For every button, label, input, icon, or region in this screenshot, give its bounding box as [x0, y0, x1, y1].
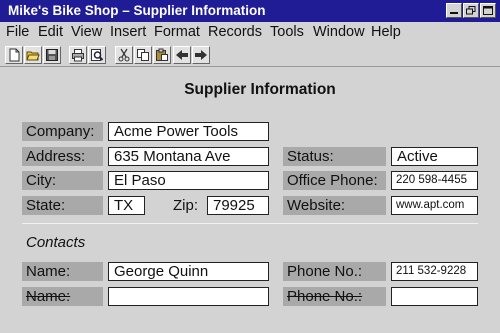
menu-records[interactable]: Records: [208, 24, 262, 40]
copy-icon: [137, 49, 149, 61]
zip-field[interactable]: 79925: [207, 196, 269, 215]
maximize-icon: [483, 6, 493, 15]
contact-phone-label: Phone No.:: [283, 262, 386, 281]
minimize-icon: [450, 12, 458, 14]
state-label: State:: [22, 196, 103, 215]
contact-name-label: Name:: [22, 262, 103, 281]
contact2-phone-field[interactable]: [391, 287, 478, 306]
menu-format[interactable]: Format: [154, 24, 200, 40]
menu-edit[interactable]: Edit: [38, 24, 63, 40]
zip-label: Zip:: [173, 197, 199, 214]
contact2-name-label: Name:: [22, 287, 103, 306]
menu-window[interactable]: Window: [313, 24, 365, 40]
previous-record-button[interactable]: [173, 46, 191, 64]
contacts-heading: Contacts: [26, 234, 86, 251]
paste-icon: [156, 48, 168, 61]
cut-button[interactable]: [115, 46, 133, 64]
menu-file[interactable]: File: [6, 24, 29, 40]
status-label: Status:: [283, 147, 386, 166]
menu-help[interactable]: Help: [371, 24, 401, 40]
menu-tools[interactable]: Tools: [270, 24, 304, 40]
new-document-icon: [9, 48, 20, 62]
paste-button[interactable]: [153, 46, 171, 64]
save-button[interactable]: [43, 46, 61, 64]
company-field[interactable]: Acme Power Tools: [108, 122, 269, 141]
website-field[interactable]: www.apt.com: [391, 196, 478, 215]
next-record-button[interactable]: [192, 46, 210, 64]
cut-icon: [118, 48, 130, 62]
status-field[interactable]: Active: [391, 147, 478, 166]
address-label: Address:: [22, 147, 103, 166]
website-label: Website:: [283, 196, 386, 215]
contact2-phone-label: Phone No.:: [283, 287, 386, 306]
office-phone-label: Office Phone:: [283, 171, 386, 190]
previous-record-icon: [176, 50, 188, 60]
form-title: Supplier Information: [184, 81, 336, 98]
state-field[interactable]: TX: [108, 196, 145, 215]
city-label: City:: [22, 171, 103, 190]
menu-bar: File Edit View Insert Format Records Too…: [0, 22, 500, 43]
next-record-icon: [195, 50, 207, 60]
restore-icon: [466, 6, 476, 15]
open-button[interactable]: [24, 46, 42, 64]
copy-button[interactable]: [134, 46, 152, 64]
menu-insert[interactable]: Insert: [110, 24, 146, 40]
print-preview-button[interactable]: [88, 46, 106, 64]
maximize-button[interactable]: [480, 3, 496, 18]
menu-view[interactable]: View: [71, 24, 102, 40]
section-divider: [22, 223, 478, 224]
contact2-name-field[interactable]: [108, 287, 269, 306]
print-preview-icon: [91, 49, 104, 61]
window-title: Mike's Bike Shop – Supplier Information: [8, 3, 266, 18]
open-folder-icon: [26, 51, 40, 61]
print-icon: [72, 49, 84, 62]
minimize-button[interactable]: [446, 3, 462, 18]
contact-name-field[interactable]: George Quinn: [108, 262, 269, 281]
toolbar: [0, 43, 500, 67]
save-icon: [46, 49, 58, 61]
title-bar: Mike's Bike Shop – Supplier Information: [0, 0, 500, 22]
office-phone-field[interactable]: 220 598-4455: [391, 171, 478, 190]
address-field[interactable]: 635 Montana Ave: [108, 147, 269, 166]
contact-phone-field[interactable]: 211 532-9228: [391, 262, 478, 281]
company-label: Company:: [22, 122, 103, 141]
print-button[interactable]: [69, 46, 87, 64]
restore-button[interactable]: [463, 3, 479, 18]
new-button[interactable]: [5, 46, 23, 64]
city-field[interactable]: El Paso: [108, 171, 269, 190]
